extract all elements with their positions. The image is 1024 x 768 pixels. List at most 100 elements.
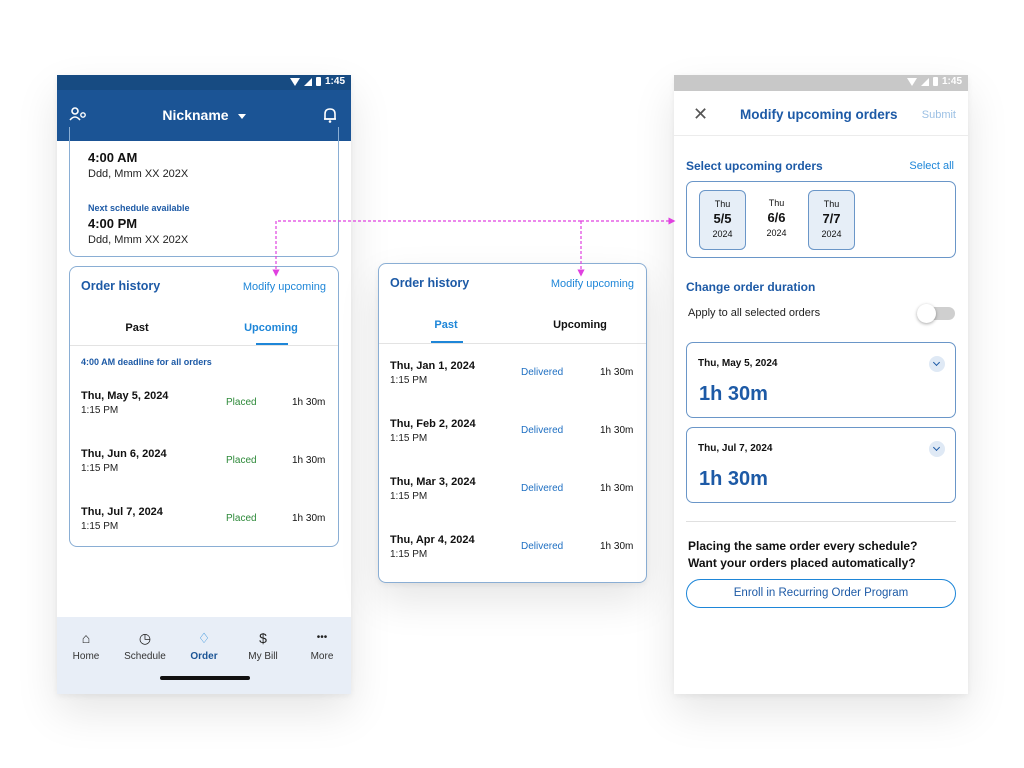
nav-label: More xyxy=(310,651,334,662)
divider xyxy=(686,521,956,522)
signal-icon xyxy=(303,77,312,86)
select-orders-title: Select upcoming orders xyxy=(686,159,823,173)
nav-item-more[interactable]: ••• More xyxy=(294,629,350,662)
home-indicator[interactable] xyxy=(160,676,250,680)
schedule-date-2: Ddd, Mmm XX 202X xyxy=(88,234,189,246)
chevron-down-icon xyxy=(237,113,246,119)
promo-line-2: Want your orders placed automatically? xyxy=(688,556,916,570)
date-chip-day: Thu xyxy=(714,199,731,209)
date-chip[interactable]: Thu 5/5 2024 xyxy=(699,190,746,250)
tab-past[interactable]: Past xyxy=(379,319,513,331)
date-chip-year: 2024 xyxy=(712,229,733,239)
duration-value: 1h 30m xyxy=(699,468,768,490)
duration-date: Thu, May 5, 2024 xyxy=(698,358,778,369)
divider xyxy=(70,345,338,346)
battery-icon xyxy=(932,77,938,86)
date-chip-year: 2024 xyxy=(821,229,842,239)
date-selector: Thu 5/5 2024 Thu 6/6 2024 Thu 7/7 2024 xyxy=(686,181,956,258)
nav-label: Order xyxy=(190,651,218,662)
dollar-icon: $ xyxy=(259,630,267,646)
nickname-dropdown[interactable]: Nickname xyxy=(57,107,351,123)
status-badge: Delivered xyxy=(521,483,564,494)
modify-orders-screen: 1:45 ✕ Modify upcoming orders Submit Sel… xyxy=(674,75,968,694)
date-chip[interactable]: Thu 7/7 2024 xyxy=(808,190,855,250)
schedule-date-1: Ddd, Mmm XX 202X xyxy=(88,168,189,180)
status-bar: 1:45 xyxy=(57,75,351,90)
order-history-title: Order history xyxy=(81,279,161,293)
order-duration: 1h 30m xyxy=(600,367,634,378)
order-time: 1:15 PM xyxy=(390,491,428,502)
duration-date: Thu, Jul 7, 2024 xyxy=(698,443,773,454)
date-chip-year: 2024 xyxy=(766,228,787,238)
order-history-past-card: Order history Modify upcoming Past Upcom… xyxy=(378,263,647,583)
close-icon[interactable]: ✕ xyxy=(693,104,708,125)
nav-item-order[interactable]: ♢ Order xyxy=(176,629,232,662)
deadline-note: 4:00 AM deadline for all orders xyxy=(81,357,212,367)
nav-label: My Bill xyxy=(248,651,278,662)
modify-upcoming-link[interactable]: Modify upcoming xyxy=(551,278,634,290)
apply-all-label: Apply to all selected orders xyxy=(688,307,821,319)
date-chip-date: 6/6 xyxy=(767,210,786,225)
date-chip-day: Thu xyxy=(823,199,840,209)
order-time: 1:15 PM xyxy=(81,405,119,416)
order-duration: 1h 30m xyxy=(292,455,326,466)
nickname-label: Nickname xyxy=(162,107,229,123)
divider xyxy=(674,135,968,136)
date-chip-date: 7/7 xyxy=(822,211,841,226)
order-time: 1:15 PM xyxy=(390,433,428,444)
schedule-time-1: 4:00 AM xyxy=(88,150,138,165)
water-drop-icon: ♢ xyxy=(197,630,211,646)
schedule-card: 4:00 AM Ddd, Mmm XX 202X Next schedule a… xyxy=(69,127,339,257)
order-history-title: Order history xyxy=(390,276,470,290)
order-date: Thu, Apr 4, 2024 xyxy=(390,534,475,546)
date-chip-date: 5/5 xyxy=(713,211,732,226)
tab-upcoming[interactable]: Upcoming xyxy=(204,322,338,334)
status-badge: Delivered xyxy=(521,425,564,436)
select-all-link[interactable]: Select all xyxy=(909,160,954,172)
nav-item-my-bill[interactable]: $ My Bill xyxy=(235,629,291,662)
battery-icon xyxy=(315,77,321,86)
nav-item-home[interactable]: ⌂ Home xyxy=(58,629,114,662)
chevron-down-icon[interactable] xyxy=(929,356,945,372)
toggle-knob xyxy=(917,304,936,323)
order-date: Thu, Feb 2, 2024 xyxy=(390,418,476,430)
bell-icon[interactable] xyxy=(323,107,337,127)
next-schedule-label: Next schedule available xyxy=(88,203,190,213)
home-icon: ⌂ xyxy=(81,630,91,646)
order-duration: 1h 30m xyxy=(292,513,326,524)
status-time: 1:45 xyxy=(941,76,962,87)
divider xyxy=(379,343,646,344)
order-time: 1:15 PM xyxy=(390,549,428,560)
duration-card[interactable]: Thu, May 5, 2024 1h 30m xyxy=(686,342,956,418)
tab-past[interactable]: Past xyxy=(70,322,204,334)
signal-icon xyxy=(920,77,929,86)
order-duration: 1h 30m xyxy=(600,483,634,494)
status-badge: Placed xyxy=(226,513,257,524)
promo-line-1: Placing the same order every schedule? xyxy=(688,539,918,553)
status-badge: Delivered xyxy=(521,367,564,378)
order-time: 1:15 PM xyxy=(81,521,119,532)
status-badge: Placed xyxy=(226,397,257,408)
clock-icon: ◷ xyxy=(138,630,152,646)
duration-card[interactable]: Thu, Jul 7, 2024 1h 30m xyxy=(686,427,956,503)
status-badge: Placed xyxy=(226,455,257,466)
order-duration: 1h 30m xyxy=(600,541,634,552)
nav-item-schedule[interactable]: ◷ Schedule xyxy=(117,629,173,662)
schedule-time-2: 4:00 PM xyxy=(88,216,138,231)
submit-button[interactable]: Submit xyxy=(922,109,956,121)
nav-label: Schedule xyxy=(124,651,166,662)
order-date: Thu, Mar 3, 2024 xyxy=(390,476,476,488)
tab-upcoming[interactable]: Upcoming xyxy=(513,319,647,331)
duration-value: 1h 30m xyxy=(699,383,768,405)
wifi-icon xyxy=(289,77,300,86)
nav-label: Home xyxy=(72,651,100,662)
modify-upcoming-link[interactable]: Modify upcoming xyxy=(243,281,326,293)
more-dots-icon: ••• xyxy=(316,632,328,643)
date-chip[interactable]: Thu 6/6 2024 xyxy=(753,190,800,250)
phone-order-screen: 1:45 Nickname 4:00 AM Ddd, Mmm XX 202X N… xyxy=(57,75,351,694)
enroll-recurring-button[interactable]: Enroll in Recurring Order Program xyxy=(686,579,956,608)
apply-all-toggle[interactable] xyxy=(917,304,955,323)
order-duration: 1h 30m xyxy=(292,397,326,408)
page-title: Modify upcoming orders xyxy=(740,107,898,122)
chevron-down-icon[interactable] xyxy=(929,441,945,457)
